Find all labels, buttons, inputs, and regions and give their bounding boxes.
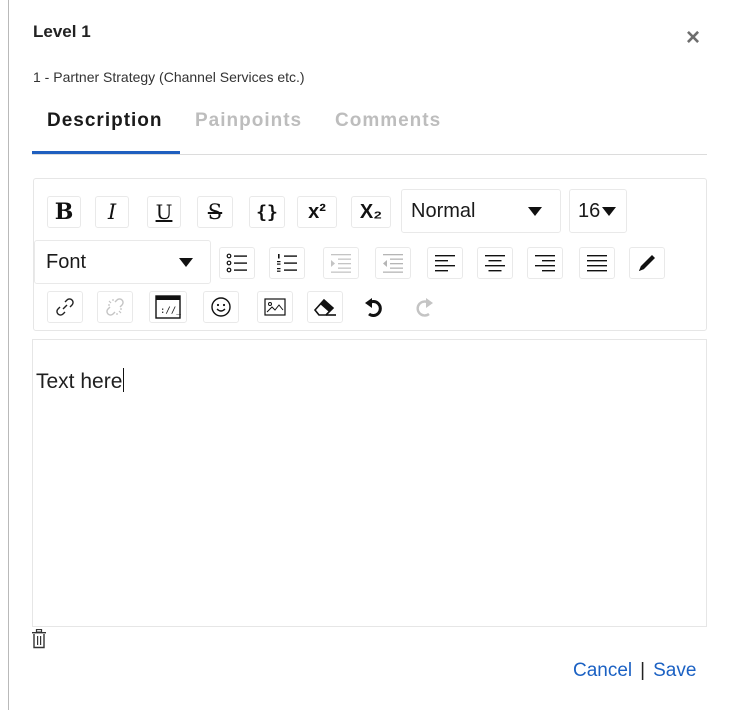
bold-icon: B (54, 199, 74, 225)
chevron-down-icon (528, 207, 542, 216)
strikethrough-icon: S (207, 200, 223, 224)
subscript-button[interactable]: X₂ (351, 196, 391, 228)
tab-bar: Description Painpoints Comments (32, 106, 707, 155)
heading-select-value: Normal (411, 199, 476, 222)
text-color-button[interactable] (629, 247, 665, 279)
font-family-select[interactable]: Font (34, 240, 211, 284)
undo-icon (365, 298, 382, 317)
embed-button[interactable]: ://_ (149, 291, 187, 323)
align-center-button[interactable] (477, 247, 513, 279)
panel-subtitle: 1 - Partner Strategy (Channel Services e… (33, 69, 305, 85)
tab-comments[interactable]: Comments (335, 110, 441, 132)
superscript-icon: x² (308, 200, 326, 223)
unlink-icon (106, 298, 124, 316)
redo-icon (416, 298, 433, 317)
outdent-icon (383, 254, 403, 273)
panel-title: Level 1 (33, 22, 91, 41)
heading-select[interactable]: Normal (401, 189, 561, 233)
chevron-down-icon (179, 258, 193, 267)
rich-text-editor[interactable]: Text here (32, 339, 707, 627)
font-size-value: 16 (578, 199, 601, 222)
left-border-line (8, 0, 9, 710)
align-justify-icon (587, 255, 607, 272)
close-icon[interactable]: × (686, 26, 700, 50)
emoji-icon (211, 297, 231, 317)
code-icon: {} (256, 201, 278, 223)
superscript-button[interactable]: x² (297, 196, 337, 228)
font-family-value: Font (46, 250, 87, 273)
align-center-icon (485, 255, 505, 272)
code-block-button[interactable]: {} (249, 196, 285, 228)
save-button[interactable]: Save (653, 660, 696, 681)
align-justify-button[interactable] (579, 247, 615, 279)
eraser-icon (313, 298, 336, 316)
link-icon (56, 298, 74, 316)
text-color-icon (639, 255, 655, 271)
align-left-icon (435, 255, 455, 272)
trash-icon (32, 628, 46, 649)
bullet-list-icon (226, 253, 247, 273)
action-separator: | (640, 660, 646, 681)
svg-text:://_: ://_ (160, 306, 181, 316)
indent-icon (331, 254, 351, 273)
tab-description[interactable]: Description (47, 110, 163, 132)
align-right-button[interactable] (527, 247, 563, 279)
emoji-button[interactable] (203, 291, 239, 323)
numbered-list-icon (277, 254, 297, 272)
underline-icon: U (155, 200, 173, 224)
redo-button[interactable] (407, 291, 441, 323)
subscript-icon: X₂ (359, 200, 383, 223)
editor-toolbar: B I U S {} x² X₂ Normal 16 Font://_ (33, 178, 707, 331)
align-left-button[interactable] (427, 247, 463, 279)
outdent-button[interactable] (375, 247, 411, 279)
bold-button[interactable]: B (47, 196, 81, 228)
unlink-button[interactable] (97, 291, 133, 323)
embed-icon: ://_ (155, 295, 181, 319)
indent-button[interactable] (323, 247, 359, 279)
bullet-list-button[interactable] (219, 247, 255, 279)
chevron-down-icon (602, 207, 616, 216)
delete-button[interactable] (31, 628, 47, 654)
active-tab-indicator (32, 151, 180, 154)
link-button[interactable] (47, 291, 83, 323)
clear-format-button[interactable] (307, 291, 343, 323)
numbered-list-button[interactable] (269, 247, 305, 279)
footer-actions: Cancel | Save (573, 660, 696, 682)
italic-button[interactable]: I (95, 196, 129, 228)
italic-icon: I (107, 200, 117, 224)
text-cursor (123, 368, 125, 392)
editor-content[interactable]: Text here (36, 368, 125, 394)
image-button[interactable] (257, 291, 293, 323)
strikethrough-button[interactable]: S (197, 196, 233, 228)
tab-painpoints[interactable]: Painpoints (195, 110, 302, 132)
image-icon (264, 298, 286, 316)
align-right-icon (535, 255, 555, 272)
undo-button[interactable] (357, 291, 391, 323)
cancel-button[interactable]: Cancel (573, 660, 632, 681)
font-size-select[interactable]: 16 (569, 189, 627, 233)
underline-button[interactable]: U (147, 196, 181, 228)
